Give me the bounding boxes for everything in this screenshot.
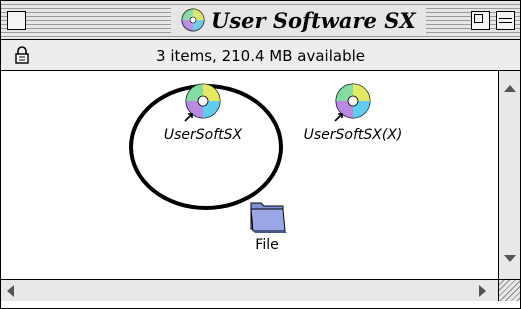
folder-icon [250,202,287,233]
scroll-left-icon[interactable] [7,285,14,297]
title-bar[interactable]: User Software SX [1,1,520,40]
alias-item-usersoftsx[interactable]: UserSoftSX [143,79,263,143]
alias-item-usersoftsx-x[interactable]: UserSoftSX(X) [288,79,418,143]
folder-item-file[interactable]: File [237,193,297,253]
item-label: UserSoftSX(X) [303,127,403,143]
info-bar: 3 items, 210.4 MB available [1,40,520,71]
cd-alias-icon [334,83,371,122]
scroll-right-icon[interactable] [479,285,486,297]
vertical-scrollbar[interactable] [498,71,520,279]
window-title-area: User Software SX [171,5,426,35]
cd-alias-icon [184,83,221,122]
horizontal-scrollbar[interactable] [1,279,498,301]
window-title: User Software SX [211,7,416,33]
zoom-box[interactable] [471,11,490,30]
window-content: UserSoftSX UserSoftSX(X) File [1,71,498,279]
resize-grow-box[interactable] [498,279,520,301]
item-label: File [255,237,279,253]
scroll-up-icon[interactable] [504,85,516,92]
collapse-box[interactable] [496,11,515,30]
cd-disc-icon [181,8,205,32]
close-box[interactable] [7,11,26,30]
item-label: UserSoftSX [163,127,243,143]
scroll-down-icon[interactable] [504,255,516,262]
items-available-text: 3 items, 210.4 MB available [156,47,365,65]
finder-window: User Software SX 3 items, 210.4 MB avail… [0,0,521,309]
